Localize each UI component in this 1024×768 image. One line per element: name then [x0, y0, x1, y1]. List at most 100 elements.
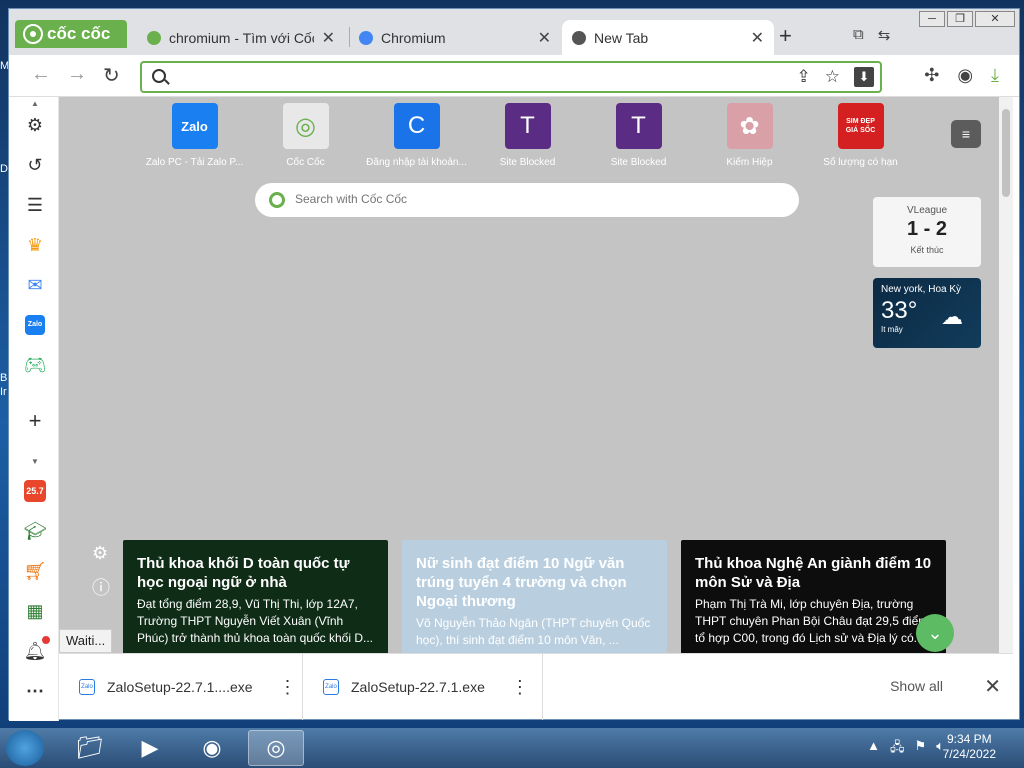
shortcut-kiem-hiep[interactable]: ✿ Kiếm Hiệp — [694, 103, 805, 168]
shortcut-coccoc[interactable]: ◎ Cốc Cốc — [250, 103, 361, 168]
shortcut-grid: Zalo Zalo PC - Tải Zalo P... ◎ Cốc Cốc C… — [139, 103, 916, 168]
coccoc-taskbar-icon[interactable]: ◎ — [248, 730, 304, 766]
close-tab-icon[interactable]: ✕ — [538, 28, 551, 48]
system-clock[interactable]: 9:34 PM 7/24/2022 — [943, 732, 996, 762]
maximize-button[interactable]: ❐ — [947, 11, 973, 27]
crown-icon[interactable]: ♛ — [23, 233, 47, 257]
coccoc-logo-icon — [23, 24, 43, 44]
weather-widget[interactable]: New york, Hoa Kỳ 33° It mây ☁ — [873, 278, 981, 348]
profile-icon[interactable]: ◉ — [957, 65, 973, 86]
scroll-down-chevron-icon[interactable]: ⌄ — [916, 614, 954, 652]
new-tab-plus-icon[interactable]: + — [779, 23, 792, 49]
notification-dot — [41, 635, 51, 645]
close-window-button[interactable]: ✕ — [975, 11, 1015, 27]
network-icon[interactable]: 🖧︎ — [890, 738, 905, 760]
shortcut-sim[interactable]: SIM ĐẸP GIÁ SỐC Số lượng có hạn — [805, 103, 916, 168]
shopee-icon[interactable]: 25.7 — [23, 479, 47, 503]
close-tab-icon[interactable]: ✕ — [751, 28, 764, 48]
download-video-icon[interactable]: ⬇ — [854, 67, 874, 87]
news-card[interactable]: Thủ khoa khối D toàn quốc tự học ngoại n… — [123, 540, 388, 653]
close-download-shelf-icon[interactable]: ✕ — [984, 674, 1001, 699]
download-item[interactable]: Zalo ZaloSetup-22.7.1....exe ⋮ — [59, 654, 303, 720]
media-player-icon[interactable]: ▶ — [122, 730, 178, 766]
news-card[interactable]: Nữ sinh đạt điểm 10 Ngữ văn trúng tuyển … — [402, 540, 667, 653]
download-filename: ZaloSetup-22.7.1.exe — [351, 679, 485, 695]
graduation-cap-icon[interactable]: 🎓︎ — [23, 519, 47, 543]
customize-settings-icon[interactable]: ≡ — [951, 120, 981, 148]
zalo-icon[interactable]: Zalo — [23, 313, 47, 337]
action-center-flag-icon[interactable]: ⚑ — [915, 738, 927, 760]
extensions-puzzle-icon[interactable]: ✣ — [924, 65, 939, 86]
match-score: 1 - 2 — [906, 218, 948, 240]
download-menu-icon[interactable]: ⋮ — [511, 677, 529, 698]
tray-expand-icon[interactable]: ▲ — [867, 738, 880, 760]
clock-time: 9:34 PM — [946, 732, 992, 746]
newtab-search-input[interactable] — [295, 192, 775, 206]
coccoc-tile-icon: ◎ — [282, 103, 329, 149]
history-icon[interactable]: ↺ — [23, 153, 47, 177]
news-summary: Phạm Thị Trà Mi, lớp chuyên Địa, trường … — [695, 597, 929, 645]
show-all-downloads-link[interactable]: Show all — [890, 678, 943, 694]
news-settings-gear-icon[interactable]: ⚙ — [92, 543, 110, 564]
shortcut-zalo[interactable]: Zalo Zalo PC - Tải Zalo P... — [139, 103, 250, 168]
address-bar[interactable]: ⇪ ☆ ⬇ — [140, 61, 882, 93]
tab-chromium[interactable]: Chromium ✕ — [349, 20, 561, 55]
coccoc-search-logo-icon — [269, 192, 285, 208]
forward-arrow-icon[interactable]: → — [67, 63, 87, 86]
window-controls: ─ ❐ ✕ — [919, 11, 1015, 27]
share-icon[interactable]: ⇪ — [797, 67, 811, 87]
coccoc-brand-button[interactable]: cốc cốc — [15, 20, 127, 48]
download-filename: ZaloSetup-22.7.1....exe — [107, 679, 253, 695]
sidebar: ▲ ⚙ ↺ ☰ ♛ ✉ Zalo 🎮︎ + ▼ 25.7 🎓︎ 🛒︎ ▦ 🔔︎ … — [9, 97, 59, 721]
address-input[interactable] — [176, 67, 776, 87]
tab-strip-tools: ⧉ ⇆ — [853, 26, 890, 44]
download-item[interactable]: Zalo ZaloSetup-22.7.1.exe ⋮ — [303, 654, 543, 720]
tab-new-tab[interactable]: New Tab ✕ — [562, 20, 774, 55]
coccoc-favicon-icon — [147, 30, 161, 45]
news-card[interactable]: Thủ khoa Nghệ An giành điểm 10 môn Sử và… — [681, 540, 946, 653]
zalo-tile-icon: Zalo — [171, 103, 218, 149]
info-icon[interactable]: ⓘ — [92, 574, 110, 600]
tab-title: chromium - Tìm với Cốc Cốc — [169, 29, 314, 46]
add-sidebar-item-icon[interactable]: + — [23, 408, 47, 433]
zalo-file-icon: Zalo — [79, 679, 95, 695]
messenger-icon[interactable]: ✉ — [23, 273, 47, 297]
back-forward-icon[interactable]: ⇆ — [878, 26, 891, 44]
scroll-up-icon[interactable]: ▲ — [31, 99, 39, 108]
spreadsheet-icon[interactable]: ▦ — [23, 599, 47, 623]
more-options-icon[interactable]: ⋯ — [23, 679, 47, 703]
settings-gear-icon[interactable]: ⚙ — [23, 113, 47, 137]
shortcut-site-blocked-2[interactable]: T Site Blocked — [583, 103, 694, 168]
scroll-down-icon[interactable]: ▼ — [31, 457, 39, 466]
downloads-icon[interactable]: ⤓ — [991, 65, 999, 86]
minimize-button[interactable]: ─ — [919, 11, 945, 27]
game-controller-icon[interactable]: 🎮︎ — [23, 353, 47, 377]
back-arrow-icon[interactable]: ← — [31, 63, 51, 86]
notification-bell-icon[interactable]: 🔔︎ — [23, 635, 51, 663]
score-widget[interactable]: VLeague 1 - 2 Kết thúc — [873, 197, 981, 267]
file-explorer-icon[interactable]: 📁︎ — [62, 730, 118, 766]
chromium-favicon-icon — [359, 30, 373, 45]
tab-title: Chromium — [381, 29, 446, 46]
newtab-search-box[interactable] — [255, 183, 799, 217]
close-tab-icon[interactable]: ✕ — [322, 28, 335, 48]
shop-cart-icon[interactable]: 🛒︎ — [23, 559, 47, 583]
windows-taskbar: 📁︎ ▶ ◉ ◎ ▲ 🖧︎ ⚑ 🔈︎ 9:34 PM 7/24/2022 — [0, 728, 1024, 768]
start-button[interactable] — [6, 730, 44, 766]
chrome-icon[interactable]: ◉ — [184, 730, 240, 766]
reading-list-icon[interactable]: ☰ — [23, 193, 47, 217]
tab-title: New Tab — [594, 29, 649, 46]
shortcut-login[interactable]: C Đăng nhập tài khoản... — [361, 103, 472, 168]
toolbar: ← → ↻ ⇪ ☆ ⬇ ✣ ◉ ⤓ — [9, 55, 1019, 97]
tab-search-icon[interactable]: ⧉ — [853, 26, 864, 44]
download-menu-icon[interactable]: ⋮ — [279, 677, 297, 698]
shortcut-site-blocked-1[interactable]: T Site Blocked — [472, 103, 583, 168]
scrollbar-thumb[interactable] — [1002, 109, 1010, 197]
page-scrollbar[interactable] — [999, 97, 1013, 653]
tab-search[interactable]: chromium - Tìm với Cốc Cốc ✕ — [137, 20, 345, 55]
letter-t-tile-icon: T — [615, 103, 662, 149]
news-side-tools: ⚙ ⓘ — [92, 543, 110, 600]
shortcut-label: Site Blocked — [499, 157, 556, 168]
bookmark-star-icon[interactable]: ☆ — [825, 67, 840, 87]
reload-icon[interactable]: ↻ — [103, 63, 120, 88]
